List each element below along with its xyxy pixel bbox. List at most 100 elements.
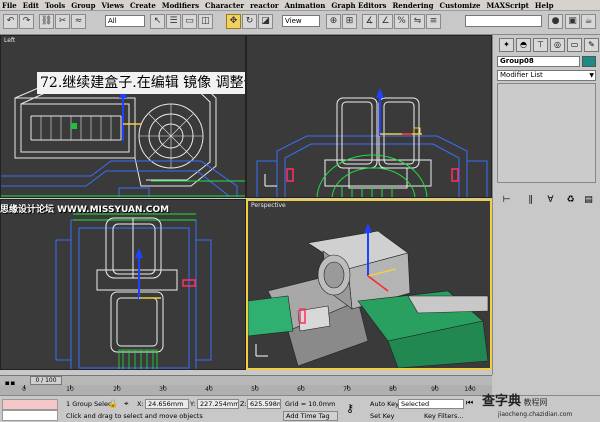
tick-label: 80 bbox=[389, 386, 397, 393]
tick-label: 90 bbox=[431, 386, 439, 393]
menu-edit[interactable]: Edit bbox=[23, 1, 39, 10]
menu-file[interactable]: File bbox=[2, 1, 17, 10]
set-key-button[interactable]: Set Key bbox=[370, 412, 395, 420]
hierarchy-tab-icon[interactable]: ⊤ bbox=[533, 38, 548, 52]
make-unique-icon[interactable]: ∀ bbox=[543, 195, 558, 207]
tick-label: 40 bbox=[205, 386, 213, 393]
maxscript-input-mini[interactable] bbox=[2, 410, 58, 421]
manipulate-icon[interactable]: ⊞ bbox=[342, 14, 357, 29]
site-watermark-sub: 教程网 bbox=[523, 398, 548, 407]
show-end-result-icon[interactable]: ∥ bbox=[523, 195, 538, 207]
undo-icon[interactable]: ↶ bbox=[3, 14, 18, 29]
maxscript-listener-mini[interactable] bbox=[2, 399, 58, 410]
menu-maxscript[interactable]: MAXScript bbox=[487, 1, 529, 10]
menu-animation[interactable]: Animation bbox=[285, 1, 326, 10]
select-by-name-icon[interactable]: ☰ bbox=[166, 14, 181, 29]
scale-icon[interactable]: ◪ bbox=[258, 14, 273, 29]
tick-label: 100 bbox=[464, 386, 476, 393]
menu-reactor[interactable]: reactor bbox=[250, 1, 279, 10]
modify-tab-icon[interactable]: ◓ bbox=[516, 38, 531, 52]
menu-tools[interactable]: Tools bbox=[45, 1, 65, 10]
tick-label: 20 bbox=[113, 386, 121, 393]
modifier-stack[interactable] bbox=[497, 83, 596, 183]
command-panel: ✦ ◓ ⊤ ◎ ▭ ✎ Group08 Modifier List ▼ ⊢ ∥ ∀… bbox=[492, 35, 600, 375]
object-color-swatch[interactable] bbox=[582, 56, 596, 67]
create-tab-icon[interactable]: ✦ bbox=[499, 38, 514, 52]
rect-region-icon[interactable]: ▭ bbox=[182, 14, 197, 29]
viewport-label: Left bbox=[4, 37, 16, 44]
viewport-perspective[interactable]: Perspective bbox=[246, 199, 492, 370]
frame-position[interactable]: 0 / 100 bbox=[30, 376, 62, 385]
named-selection-set-field[interactable] bbox=[465, 15, 542, 27]
go-to-start-icon[interactable]: ⏮ bbox=[466, 398, 473, 408]
key-filters-button[interactable]: Key Filters... bbox=[424, 412, 464, 420]
menu-rendering[interactable]: Rendering bbox=[392, 1, 433, 10]
reference-coordinate-dropdown[interactable]: View bbox=[282, 15, 320, 27]
menu-create[interactable]: Create bbox=[130, 1, 156, 10]
menu-help[interactable]: Help bbox=[535, 1, 554, 10]
redo-icon[interactable]: ↷ bbox=[19, 14, 34, 29]
pivot-icon[interactable]: ⊕ bbox=[326, 14, 341, 29]
top-left-wireframe bbox=[1, 73, 245, 197]
menu-modifiers[interactable]: Modifiers bbox=[162, 1, 199, 10]
object-name-field[interactable]: Group08 bbox=[497, 56, 580, 67]
z-coordinate-field[interactable]: 625.598mm bbox=[247, 399, 281, 409]
y-label: Y: bbox=[190, 400, 196, 408]
percent-snap-icon[interactable]: % bbox=[394, 14, 409, 29]
selection-filter-dropdown[interactable]: All bbox=[105, 15, 145, 27]
track-bar[interactable]: 0 10 20 30 40 50 60 70 80 90 100 bbox=[0, 385, 492, 395]
menu-customize[interactable]: Customize bbox=[440, 1, 481, 10]
modifier-list-dropdown[interactable]: Modifier List ▼ bbox=[497, 70, 596, 81]
site-watermark: 查字典 教程网 bbox=[482, 390, 548, 409]
angle-snap-icon[interactable]: ∠ bbox=[378, 14, 393, 29]
x-label: X: bbox=[137, 400, 144, 408]
select-icon[interactable]: ↖ bbox=[150, 14, 165, 29]
unlink-icon[interactable]: ✂ bbox=[55, 14, 70, 29]
menu-group[interactable]: Group bbox=[71, 1, 95, 10]
menu-bar: File Edit Tools Group Views Create Modif… bbox=[0, 0, 600, 11]
time-slider[interactable]: 0 / 100 bbox=[0, 375, 492, 385]
bind-space-warp-icon[interactable]: ≈ bbox=[71, 14, 86, 29]
link-icon[interactable]: ⛓ bbox=[39, 14, 54, 29]
move-icon[interactable]: ✥ bbox=[226, 14, 241, 29]
selection-status: 1 Group Selec bbox=[66, 400, 112, 408]
viewport-top-left[interactable]: Left 72.继续建盒子.在编辑 镜像 调整 bbox=[0, 35, 246, 198]
window-crossing-icon[interactable]: ◫ bbox=[198, 14, 213, 29]
display-tab-icon[interactable]: ▭ bbox=[567, 38, 582, 52]
forum-watermark: 思缘设计论坛 WWW.MISSYUAN.COM bbox=[0, 205, 170, 215]
tick-label: 10 bbox=[66, 386, 74, 393]
snap-icon[interactable]: ∡ bbox=[362, 14, 377, 29]
menu-character[interactable]: Character bbox=[205, 1, 244, 10]
menu-views[interactable]: Views bbox=[102, 1, 124, 10]
key-mode-dropdown[interactable]: Selected bbox=[398, 399, 464, 409]
menu-graph-editors[interactable]: Graph Editors bbox=[331, 1, 386, 10]
tutorial-annotation: 72.继续建盒子.在编辑 镜像 调整位置. bbox=[37, 72, 245, 94]
prompt-line: Click and drag to select and move object… bbox=[66, 412, 203, 420]
x-coordinate-field[interactable]: 24.656mm bbox=[145, 399, 189, 409]
key-icon: ⚷ bbox=[346, 402, 355, 415]
viewport-label: Perspective bbox=[251, 202, 286, 209]
mirror-icon[interactable]: ⇋ bbox=[410, 14, 425, 29]
add-time-tag-button[interactable]: Add Time Tag bbox=[283, 411, 338, 421]
top-right-wireframe bbox=[256, 88, 488, 197]
material-editor-icon[interactable]: ● bbox=[548, 14, 563, 29]
configure-modifier-sets-icon[interactable]: ▤ bbox=[581, 195, 596, 207]
viewport-top-right[interactable] bbox=[246, 35, 492, 198]
pin-stack-icon[interactable]: ⊢ bbox=[499, 195, 514, 207]
motion-tab-icon[interactable]: ◎ bbox=[550, 38, 565, 52]
perspective-shaded-model bbox=[248, 223, 489, 368]
utilities-tab-icon[interactable]: ✎ bbox=[584, 38, 599, 52]
grid-size: Grid = 10.0mm bbox=[285, 400, 336, 408]
align-icon[interactable]: ≡ bbox=[426, 14, 441, 29]
viewport-bottom-left[interactable] bbox=[0, 199, 246, 370]
absolute-mode-icon[interactable]: ⌖ bbox=[124, 399, 129, 409]
lock-selection-icon[interactable]: 🔒 bbox=[108, 399, 118, 408]
rotate-icon[interactable]: ↻ bbox=[242, 14, 257, 29]
y-coordinate-field[interactable]: 227.254mm bbox=[197, 399, 239, 409]
quick-render-icon[interactable]: ☕ bbox=[581, 14, 596, 29]
auto-key-button[interactable]: Auto Key bbox=[370, 400, 399, 408]
z-label: Z: bbox=[240, 400, 247, 408]
render-scene-icon[interactable]: ▣ bbox=[565, 14, 580, 29]
remove-modifier-icon[interactable]: ♻ bbox=[563, 195, 578, 207]
chevron-down-icon: ▼ bbox=[589, 72, 594, 79]
